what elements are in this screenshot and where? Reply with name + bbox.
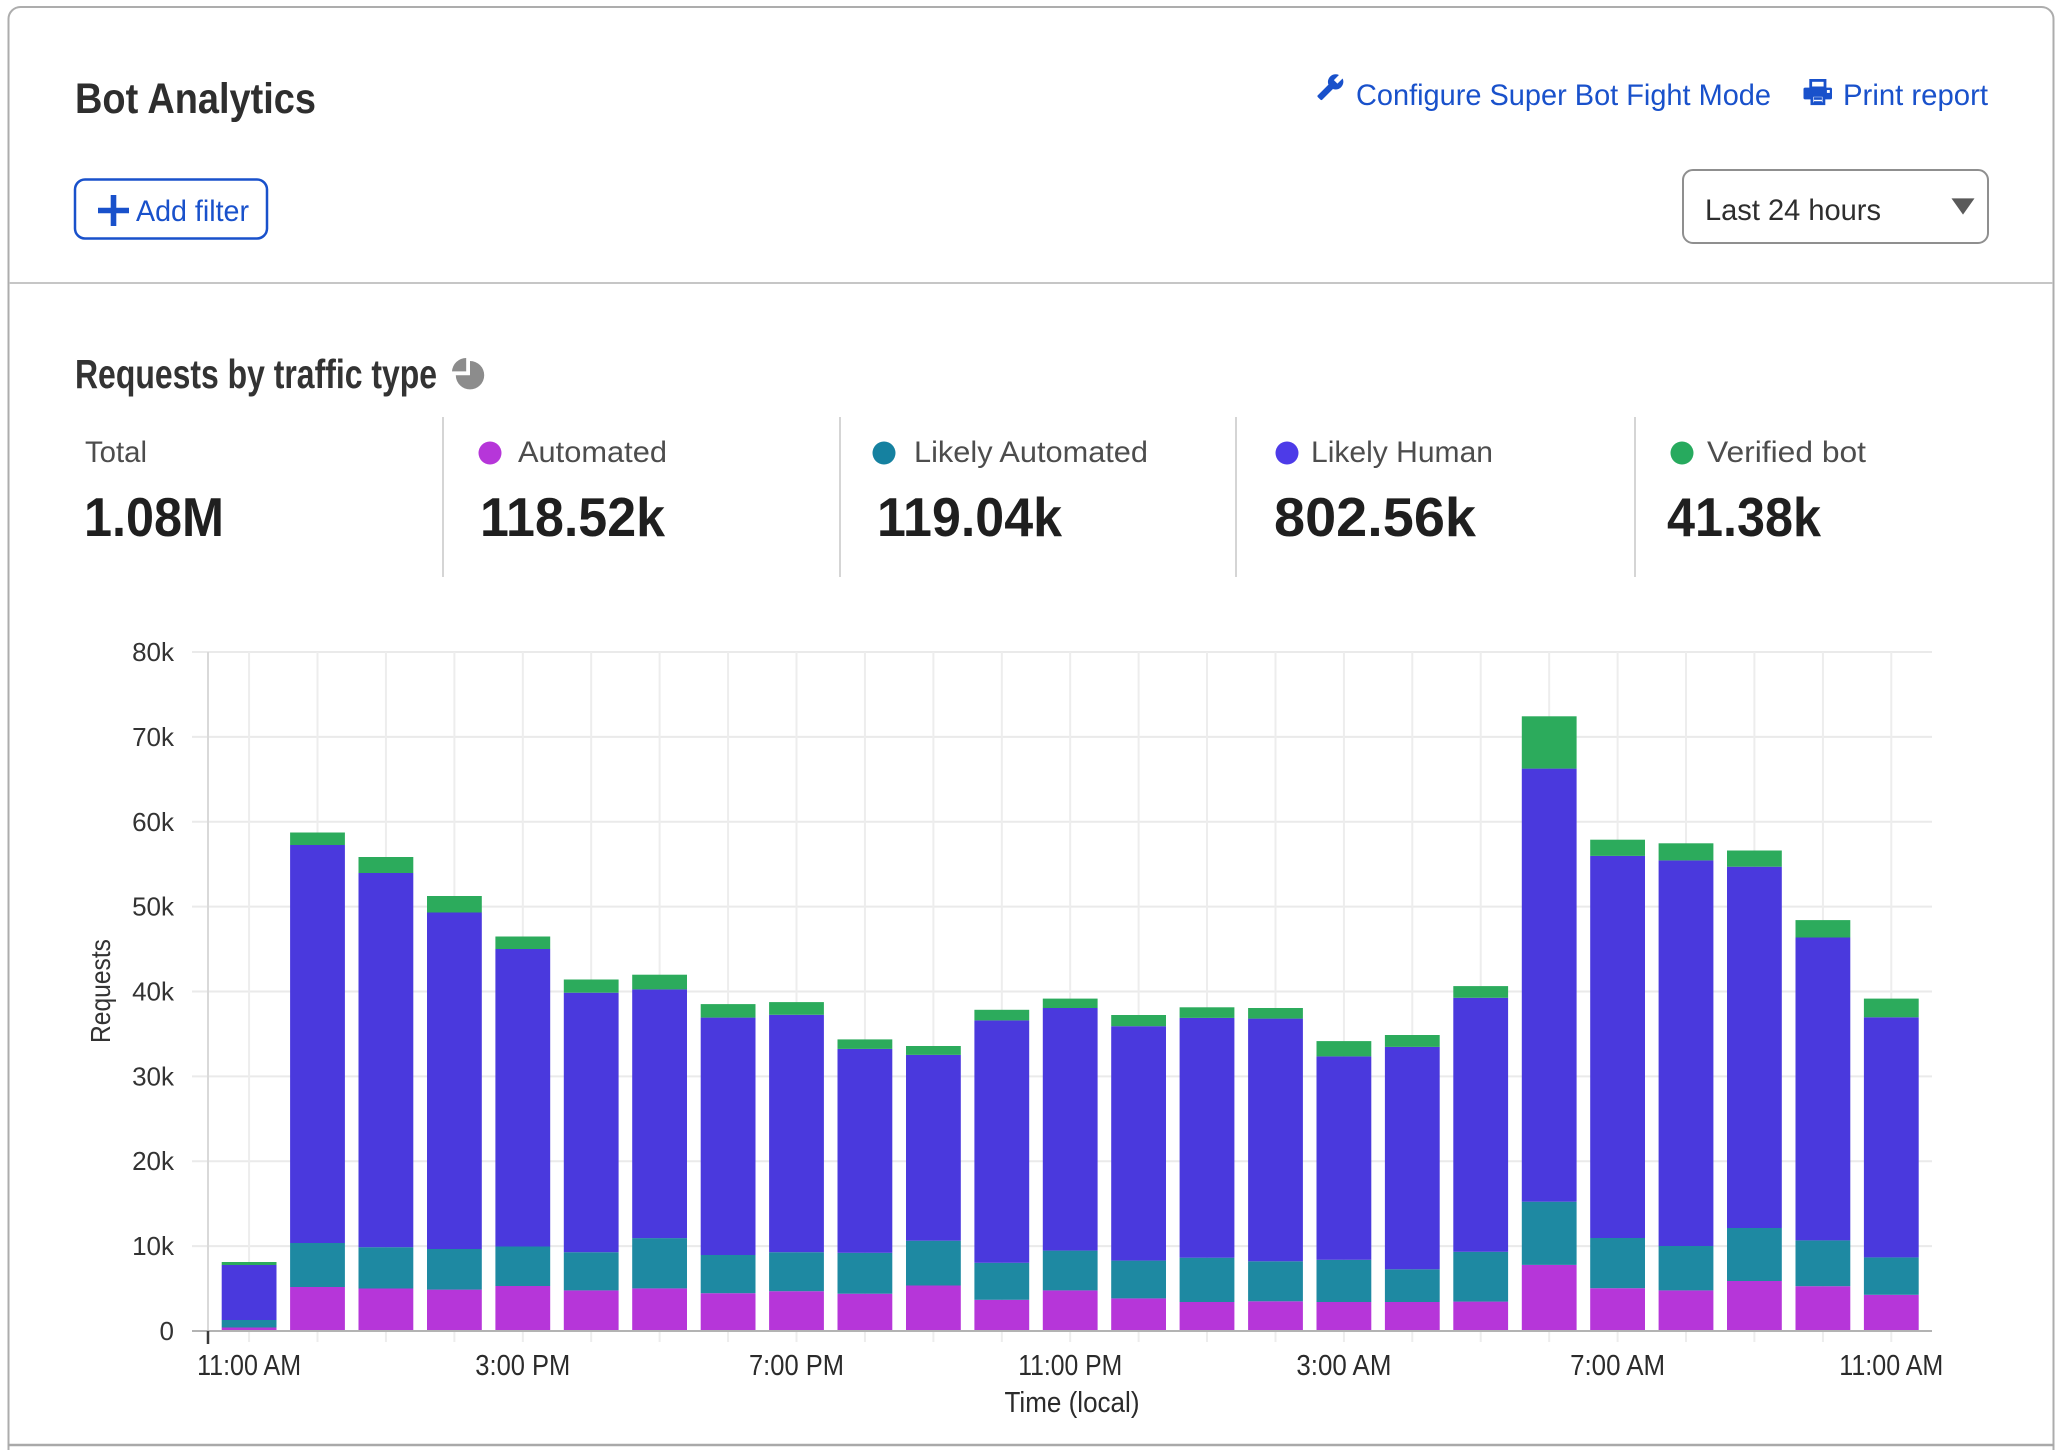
svg-text:Automated: Automated [518,436,667,469]
svg-text:10k: 10k [132,1231,175,1261]
svg-text:Last 24 hours: Last 24 hours [1705,194,1881,227]
svg-text:Likely Automated: Likely Automated [914,436,1148,469]
svg-text:1.08M: 1.08M [84,486,224,548]
svg-text:Likely Human: Likely Human [1311,436,1493,469]
svg-text:7:00 PM: 7:00 PM [749,1350,844,1382]
svg-text:11:00 AM: 11:00 AM [197,1350,301,1382]
svg-text:11:00 AM: 11:00 AM [1839,1350,1943,1382]
svg-text:20k: 20k [132,1146,175,1176]
svg-text:41.38k: 41.38k [1667,486,1821,548]
svg-text:Requests: Requests [85,939,116,1043]
svg-text:0: 0 [160,1316,174,1346]
svg-text:Requests by traffic type: Requests by traffic type [75,351,437,397]
svg-text:11:00 PM: 11:00 PM [1018,1350,1122,1382]
svg-text:30k: 30k [132,1061,175,1091]
svg-text:802.56k: 802.56k [1274,486,1476,548]
svg-text:Add filter: Add filter [136,195,249,228]
svg-text:Time (local): Time (local) [1005,1387,1140,1419]
svg-text:40k: 40k [132,977,175,1007]
svg-text:7:00 AM: 7:00 AM [1570,1350,1665,1382]
svg-text:3:00 PM: 3:00 PM [475,1350,570,1382]
svg-text:Total: Total [85,436,147,469]
svg-text:3:00 AM: 3:00 AM [1296,1350,1391,1382]
svg-text:Verified bot: Verified bot [1707,436,1867,469]
svg-text:118.52k: 118.52k [480,486,665,548]
svg-text:Configure Super Bot Fight Mode: Configure Super Bot Fight Mode [1356,79,1771,112]
svg-text:80k: 80k [132,637,175,667]
svg-text:119.04k: 119.04k [877,486,1062,548]
svg-text:50k: 50k [132,892,175,922]
svg-text:Print report: Print report [1843,79,1989,112]
svg-text:70k: 70k [132,722,175,752]
svg-text:Bot Analytics: Bot Analytics [75,75,316,123]
svg-text:60k: 60k [132,807,175,837]
